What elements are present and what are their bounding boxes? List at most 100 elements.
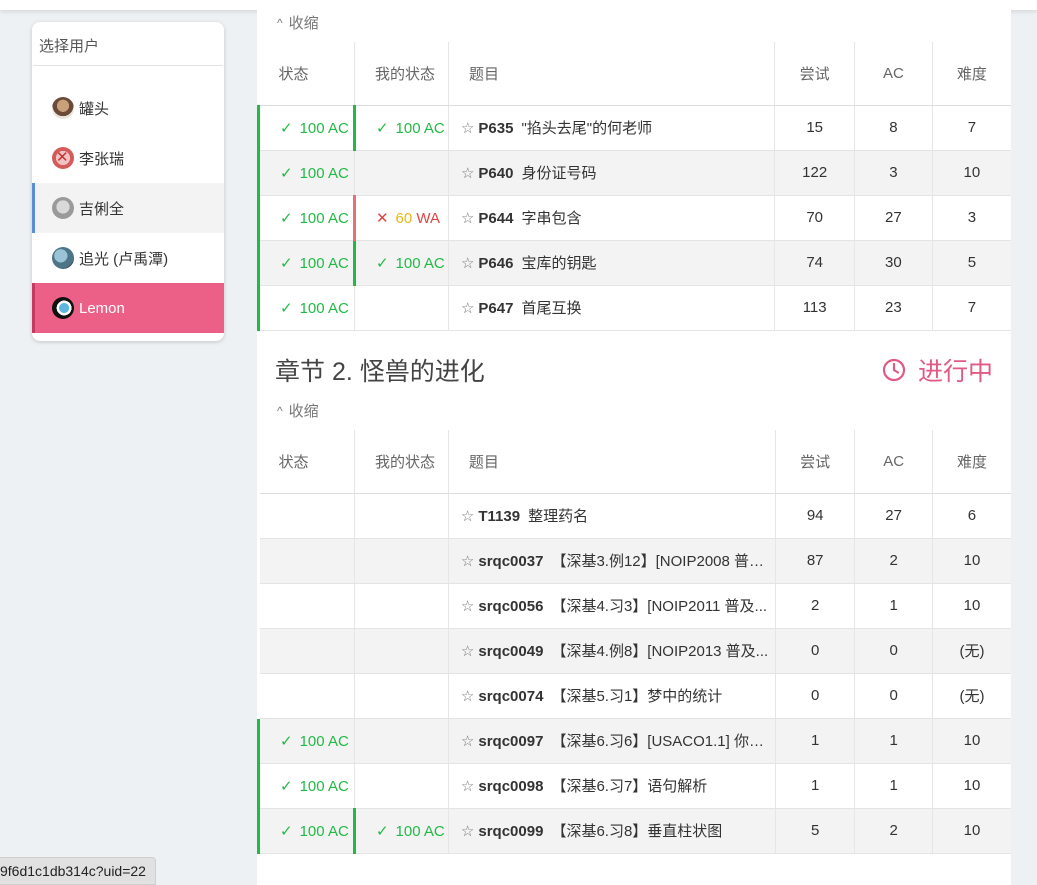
star-outline-icon[interactable]: ☆ <box>461 553 474 570</box>
problem-title[interactable]: ☆ srqc0056 【深基4.习3】[NOIP2011 普及... <box>447 583 776 629</box>
table-row[interactable]: ✓ 100 AC ☆ P640 身份证号码 122 3 10 <box>257 150 1011 196</box>
problem-id: P635 <box>478 120 514 137</box>
avatar <box>52 97 74 119</box>
attempts-cell: 1 <box>774 718 855 764</box>
user-list: 罐头 李张瑞 吉俐全 追光 (卢禹潭) Lemon <box>32 83 224 333</box>
problem-title[interactable]: ☆ P635 "掐头去尾"的何老师 <box>447 105 775 151</box>
problem-id: srqc0056 <box>478 598 544 615</box>
user-name: 吉俐全 <box>79 200 125 218</box>
difficulty-cell: 3 <box>931 195 1011 241</box>
star-outline-icon[interactable]: ☆ <box>461 120 474 137</box>
user-item-4[interactable]: Lemon <box>32 283 224 333</box>
problem-title[interactable]: ☆ P647 首尾互换 <box>447 285 775 331</box>
table-header-row: 状态 我的状态 题目 尝试 AC 难度 <box>258 42 1011 106</box>
star-outline-icon[interactable]: ☆ <box>461 165 474 182</box>
problem-title[interactable]: ☆ srqc0099 【深基6.习8】垂直柱状图 <box>447 808 776 854</box>
status-cell: ✓ 100 AC <box>257 195 355 241</box>
user-name: 追光 (卢禹潭) <box>79 250 169 268</box>
my-status-cell: ✕ 60 WA <box>352 195 449 241</box>
problem-title[interactable]: ☆ P644 字串包含 <box>447 195 775 241</box>
table-header-row: 状态 我的状态 题目 尝试 AC 难度 <box>258 430 1011 494</box>
table-row[interactable]: ☆ T1139 整理药名 94 27 6 <box>258 493 1011 539</box>
table-row[interactable]: ✓ 100 AC ✕ 60 WA ☆ P644 字串包含 70 27 3 <box>257 195 1011 241</box>
problem-id: srqc0074 <box>478 688 544 705</box>
table-row[interactable]: ✓ 100 AC ✓ 100 AC ☆ P646 宝库的钥匙 74 30 5 <box>257 240 1011 286</box>
problem-title[interactable]: ☆ P646 宝库的钥匙 <box>447 240 775 286</box>
status-cell <box>258 673 355 719</box>
collapse-toggle-chapter1[interactable]: ^ 收缩 <box>277 12 319 33</box>
attempts-cell: 70 <box>774 195 855 241</box>
check-icon: ✓ <box>375 822 389 840</box>
ac-cell: 0 <box>854 628 933 674</box>
my-status-cell: ✓ 100 AC <box>352 808 449 854</box>
star-outline-icon[interactable]: ☆ <box>461 778 474 795</box>
star-outline-icon[interactable]: ☆ <box>461 210 474 227</box>
user-item-1[interactable]: 李张瑞 <box>32 133 224 183</box>
difficulty-cell: 10 <box>931 763 1011 809</box>
table-row[interactable]: ✓ 100 AC ☆ P647 首尾互换 113 23 7 <box>257 285 1011 331</box>
ac-cell: 0 <box>854 673 933 719</box>
attempts-cell: 122 <box>774 150 855 196</box>
star-outline-icon[interactable]: ☆ <box>461 598 474 615</box>
avatar <box>52 147 74 169</box>
problem-name: 【深基5.习1】梦中的统计 <box>551 688 723 705</box>
col-title: 题目 <box>447 430 776 494</box>
user-item-3[interactable]: 追光 (卢禹潭) <box>32 233 224 283</box>
check-icon: ✓ <box>280 254 293 272</box>
attempts-cell: 15 <box>774 105 855 151</box>
user-item-0[interactable]: 罐头 <box>32 83 224 133</box>
status-cell: ✓ 100 AC <box>257 808 355 854</box>
table-row[interactable]: ☆ srqc0056 【深基4.习3】[NOIP2011 普及... 2 1 10 <box>258 583 1011 629</box>
my-status-cell <box>353 285 449 331</box>
star-outline-icon[interactable]: ☆ <box>461 643 474 660</box>
star-outline-icon[interactable]: ☆ <box>461 255 474 272</box>
status-bar-url: 9f6d1c1db314c?uid=22 <box>0 857 156 885</box>
star-outline-icon[interactable]: ☆ <box>461 508 474 525</box>
attempts-cell: 5 <box>774 808 855 854</box>
problem-title[interactable]: ☆ srqc0098 【深基6.习7】语句解析 <box>447 763 776 809</box>
ac-cell: 1 <box>854 718 933 764</box>
my-status-cell <box>353 493 449 539</box>
table-row[interactable]: ✓ 100 AC ✓ 100 AC ☆ P635 "掐头去尾"的何老师 15 8 7 <box>257 105 1011 151</box>
table-row[interactable]: ☆ srqc0049 【深基4.例8】[NOIP2013 普及... 0 0 (无) <box>258 628 1011 674</box>
problem-title[interactable]: ☆ P640 身份证号码 <box>447 150 775 196</box>
table-row[interactable]: ✓ 100 AC ☆ srqc0098 【深基6.习7】语句解析 1 1 10 <box>257 763 1011 809</box>
problem-title[interactable]: ☆ T1139 整理药名 <box>447 493 776 539</box>
star-outline-icon[interactable]: ☆ <box>461 733 474 750</box>
ac-cell: 1 <box>854 763 933 809</box>
ac-cell: 8 <box>854 105 933 151</box>
problem-title[interactable]: ☆ srqc0037 【深基3.例12】[NOIP2008 普及... <box>447 538 776 584</box>
check-icon: ✓ <box>375 119 389 137</box>
avatar <box>52 297 74 319</box>
table-row[interactable]: ✓ 100 AC ☆ srqc0097 【深基6.习6】[USACO1.1] 你的..… <box>257 718 1011 764</box>
problem-title[interactable]: ☆ srqc0049 【深基4.例8】[NOIP2013 普及... <box>447 628 776 674</box>
problem-title[interactable]: ☆ srqc0097 【深基6.习6】[USACO1.1] 你的... <box>447 718 776 764</box>
problem-title[interactable]: ☆ srqc0074 【深基5.习1】梦中的统计 <box>447 673 776 719</box>
star-outline-icon[interactable]: ☆ <box>461 300 474 317</box>
table-row[interactable]: ☆ srqc0037 【深基3.例12】[NOIP2008 普及... 87 2 1… <box>258 538 1011 584</box>
user-search-input[interactable] <box>33 28 223 66</box>
ac-cell: 2 <box>854 808 933 854</box>
main-panel: ^ 收缩 状态 我的状态 题目 尝试 AC 难度 ✓ 100 AC ✓ 100 AC … <box>257 0 1011 885</box>
caret-up-icon: ^ <box>277 16 283 30</box>
col-attempts: 尝试 <box>774 430 855 494</box>
col-my-status: 我的状态 <box>353 430 449 494</box>
my-status-cell <box>353 583 449 629</box>
check-icon: ✓ <box>280 119 293 137</box>
problem-table-chapter2: 状态 我的状态 题目 尝试 AC 难度 ☆ T1139 整理药名 94 27 6 ☆… <box>257 430 1011 854</box>
difficulty-cell: 10 <box>931 583 1011 629</box>
star-outline-icon[interactable]: ☆ <box>461 688 474 705</box>
problem-name: 首尾互换 <box>521 300 582 317</box>
status-cell <box>258 493 355 539</box>
user-item-2[interactable]: 吉俐全 <box>32 183 224 233</box>
star-outline-icon[interactable]: ☆ <box>461 823 474 840</box>
problem-id: P644 <box>478 210 514 227</box>
problem-name: 【深基6.习8】垂直柱状图 <box>551 823 723 840</box>
collapse-toggle-chapter2[interactable]: ^ 收缩 <box>277 400 319 421</box>
cross-icon: ✕ <box>375 209 389 227</box>
col-status: 状态 <box>258 42 355 106</box>
clock-icon <box>882 358 906 382</box>
table-row[interactable]: ☆ srqc0074 【深基5.习1】梦中的统计 0 0 (无) <box>258 673 1011 719</box>
problem-id: P647 <box>478 300 514 317</box>
table-row[interactable]: ✓ 100 AC ✓ 100 AC ☆ srqc0099 【深基6.习8】垂直柱状图 5… <box>257 808 1011 854</box>
